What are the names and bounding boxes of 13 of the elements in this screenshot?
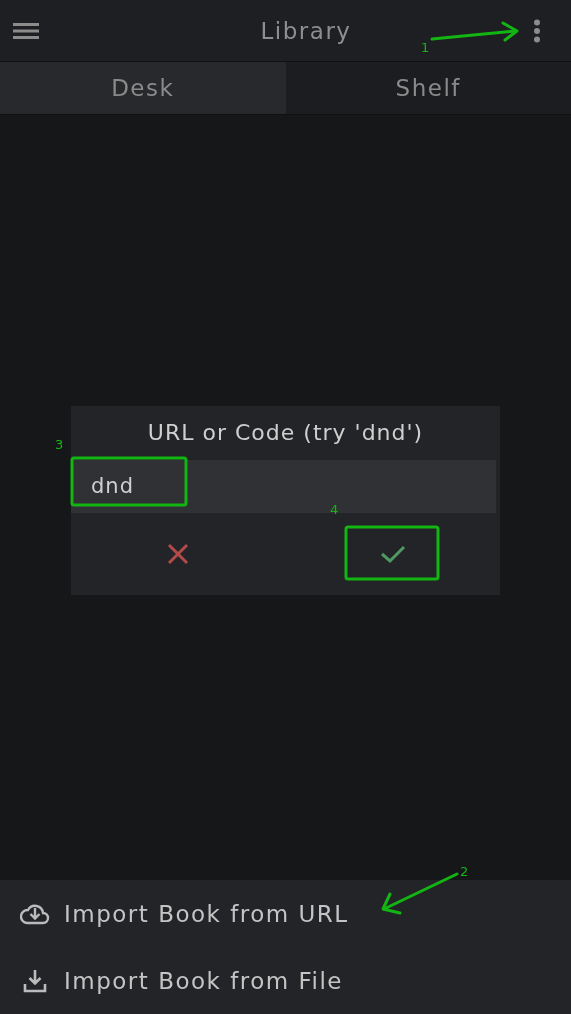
annotation-number: 3 — [55, 437, 64, 452]
more-options-icon[interactable] — [533, 18, 541, 43]
dialog-title: URL or Code (try 'dnd') — [146, 418, 425, 447]
tab[interactable]: Desk — [0, 62, 286, 114]
app-title: Library — [260, 17, 352, 44]
checkmark-icon — [379, 543, 406, 564]
close-icon — [166, 541, 191, 566]
menu-item[interactable]: Import Book from URL — [0, 880, 571, 947]
menu-item[interactable]: Import Book from File — [0, 947, 571, 1014]
tab[interactable]: Shelf — [285, 62, 571, 114]
annotation-number: 1 — [421, 40, 430, 55]
menu-icon[interactable] — [13, 21, 39, 40]
annotation-number: 2 — [460, 864, 469, 879]
